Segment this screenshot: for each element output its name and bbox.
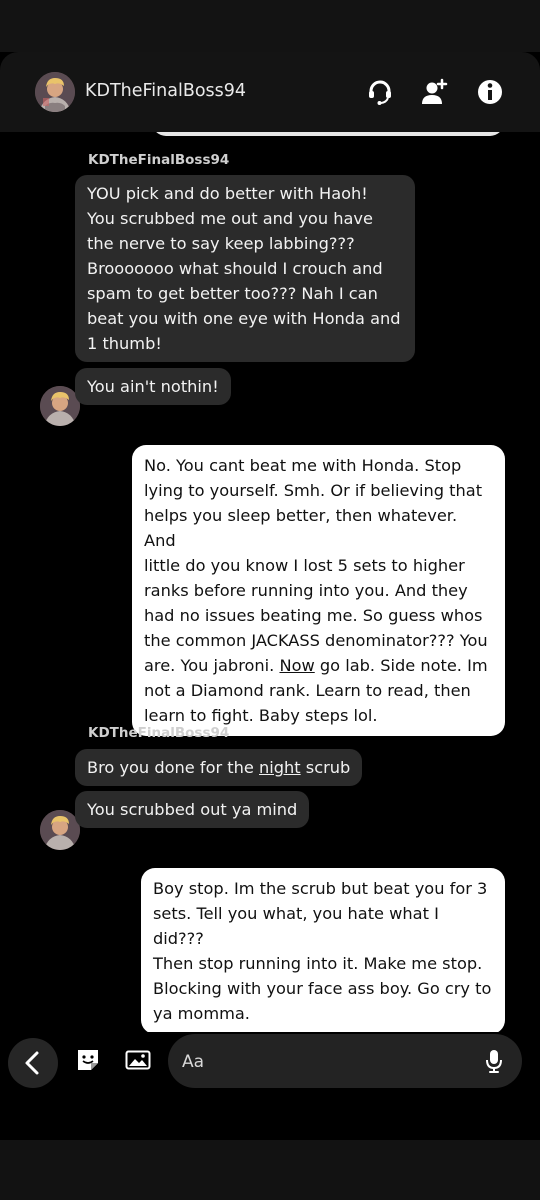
incoming-message[interactable]: You ain't nothin!: [75, 368, 231, 405]
outgoing-message[interactable]: Boy stop. Im the scrub but beat you for …: [141, 868, 505, 1032]
incoming-message[interactable]: Bro you done for the night scrub: [75, 749, 363, 786]
image-icon[interactable]: [124, 1046, 152, 1074]
outgoing-message[interactable]: No. You cant beat me with Honda. Stop ly…: [132, 445, 505, 736]
back-button[interactable]: [8, 1038, 58, 1088]
chat-header: KDTheFinalBoss94: [0, 52, 540, 132]
sender-name: KDTheFinalBoss94: [88, 152, 230, 168]
message-input-container[interactable]: [168, 1034, 522, 1088]
sender-avatar[interactable]: [40, 810, 80, 850]
message-input[interactable]: [180, 1047, 474, 1077]
message-link[interactable]: night: [259, 758, 301, 777]
add-friend-icon[interactable]: [418, 76, 450, 108]
message-list[interactable]: KDTheFinalBoss94 YOU pick and do better …: [0, 132, 540, 1032]
message-text: No. You cant beat me with Honda. Stop ly…: [144, 456, 488, 675]
message-text: Bro you done for the: [87, 758, 259, 777]
back-icon: [25, 1051, 39, 1075]
sender-avatar[interactable]: [40, 386, 80, 426]
conversation-title[interactable]: KDTheFinalBoss94: [85, 81, 246, 101]
avatar[interactable]: [35, 72, 75, 112]
status-bar-area: [0, 0, 540, 52]
message-link[interactable]: Now: [279, 656, 314, 675]
info-icon[interactable]: [474, 76, 506, 108]
message-text: scrub: [300, 758, 351, 777]
incoming-message[interactable]: You scrubbed out ya mind: [75, 791, 310, 828]
microphone-icon[interactable]: [480, 1047, 508, 1075]
previous-message-bubble: [152, 132, 504, 136]
incoming-message[interactable]: YOU pick and do better with Haoh! You sc…: [75, 175, 415, 362]
system-navigation-bar: [0, 1140, 540, 1200]
sender-name: KDTheFinalBoss94: [88, 725, 230, 741]
voice-chat-icon[interactable]: [364, 76, 396, 108]
sticker-icon[interactable]: [74, 1046, 102, 1074]
